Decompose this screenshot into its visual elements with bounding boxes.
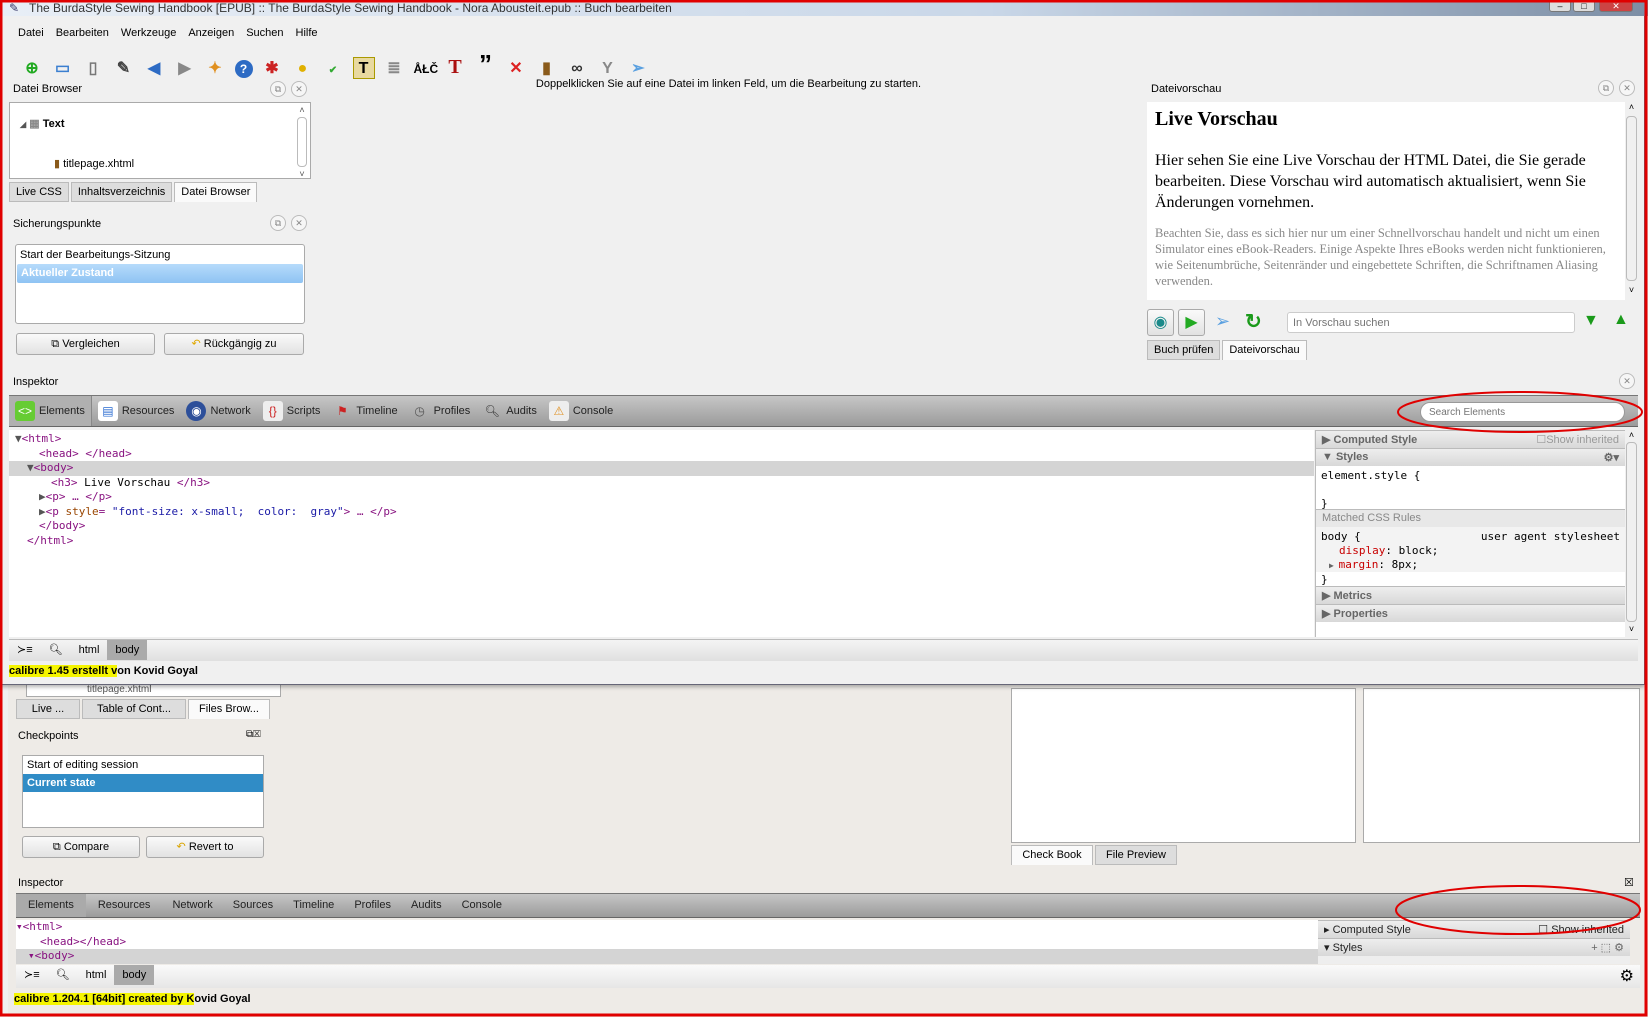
annotation-circle-search (1397, 391, 1643, 433)
annotation-circle-bg (1395, 885, 1641, 935)
annotation-overlay (0, 0, 1648, 1017)
annotation-border (0, 0, 1648, 1017)
